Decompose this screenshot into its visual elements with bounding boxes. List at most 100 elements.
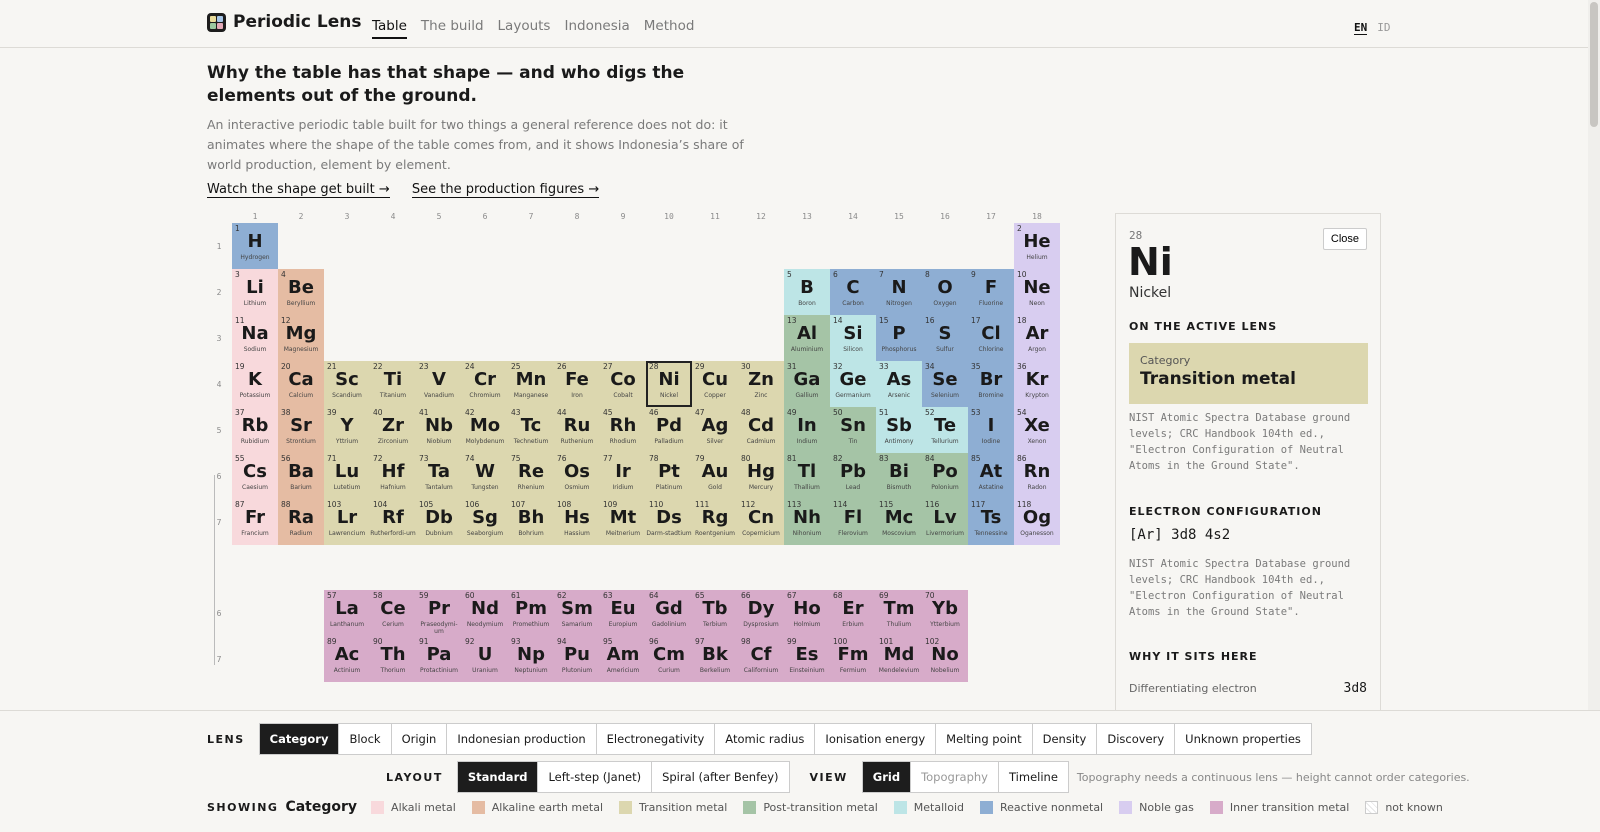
element-cell-moscovium[interactable]: 115 Mc Moscovium	[876, 499, 922, 545]
element-cell-francium[interactable]: 87 Fr Francium	[232, 499, 278, 545]
element-cell-arsenic[interactable]: 33 As Arsenic	[876, 361, 922, 407]
element-cell-lithium[interactable]: 3 Li Lithium	[232, 269, 278, 315]
production-link[interactable]: See the production figures →	[411, 182, 600, 198]
views-grid[interactable]: Grid	[862, 762, 912, 792]
element-cell-vanadium[interactable]: 23 V Vanadium	[416, 361, 462, 407]
element-cell-silicon[interactable]: 14 Si Silicon	[830, 315, 876, 361]
views-topography[interactable]: Topography	[911, 762, 999, 792]
lenses-melting-point[interactable]: Melting point	[936, 724, 1033, 754]
tab-method[interactable]: Method	[644, 18, 695, 39]
element-cell-tungsten[interactable]: 74 W Tungsten	[462, 453, 508, 499]
element-cell-krypton[interactable]: 36 Kr Krypton	[1014, 361, 1060, 407]
element-cell-thorium[interactable]: 90 Th Thorium	[370, 636, 416, 682]
element-cell-curium[interactable]: 96 Cm Curium	[646, 636, 692, 682]
layouts-spiral-after-benfey[interactable]: Spiral (after Benfey)	[652, 762, 789, 792]
element-cell-oxygen[interactable]: 8 O Oxygen	[922, 269, 968, 315]
element-cell-terbium[interactable]: 65 Tb Terbium	[692, 590, 738, 636]
element-cell-platinum[interactable]: 78 Pt Platinum	[646, 453, 692, 499]
element-cell-zinc[interactable]: 30 Zn Zinc	[738, 361, 784, 407]
element-cell-nickel[interactable]: 28 Ni Nickel	[646, 361, 692, 407]
element-cell-protactinium[interactable]: 91 Pa Protactinium	[416, 636, 462, 682]
element-cell-selenium[interactable]: 34 Se Selenium	[922, 361, 968, 407]
element-cell-nihonium[interactable]: 113 Nh Nihonium	[784, 499, 830, 545]
element-cell-aluminium[interactable]: 13 Al Aluminium	[784, 315, 830, 361]
lenses-electronegativity[interactable]: Electronegativity	[596, 724, 716, 754]
element-cell-xenon[interactable]: 54 Xe Xenon	[1014, 407, 1060, 453]
element-cell-antimony[interactable]: 51 Sb Antimony	[876, 407, 922, 453]
element-cell-rhodium[interactable]: 45 Rh Rhodium	[600, 407, 646, 453]
element-cell-manganese[interactable]: 25 Mn Manganese	[508, 361, 554, 407]
element-cell-uranium[interactable]: 92 U Uranium	[462, 636, 508, 682]
element-cell-niobium[interactable]: 41 Nb Niobium	[416, 407, 462, 453]
element-cell-magnesium[interactable]: 12 Mg Magnesium	[278, 315, 324, 361]
element-cell-iron[interactable]: 26 Fe Iron	[554, 361, 600, 407]
element-cell-caesium[interactable]: 55 Cs Caesium	[232, 453, 278, 499]
element-cell-cerium[interactable]: 58 Ce Cerium	[370, 590, 416, 636]
element-cell-mendelevium[interactable]: 101 Md Mendelevium	[876, 636, 922, 682]
element-cell-lutetium[interactable]: 71 Lu Lutetium	[324, 453, 370, 499]
element-cell-scandium[interactable]: 21 Sc Scandium	[324, 361, 370, 407]
lang-en[interactable]: EN	[1354, 21, 1368, 35]
element-cell-lead[interactable]: 82 Pb Lead	[830, 453, 876, 499]
element-cell-rutherfordium[interactable]: 104 Rf Rutherfordi-um	[370, 499, 416, 545]
element-cell-neodymium[interactable]: 60 Nd Neodymium	[462, 590, 508, 636]
element-cell-plutonium[interactable]: 94 Pu Plutonium	[554, 636, 600, 682]
lenses-origin[interactable]: Origin	[391, 724, 448, 754]
layouts-standard[interactable]: Standard	[457, 762, 539, 792]
lenses-indonesian-production[interactable]: Indonesian production	[447, 724, 597, 754]
lenses-block[interactable]: Block	[339, 724, 392, 754]
element-cell-chromium[interactable]: 24 Cr Chromium	[462, 361, 508, 407]
element-cell-phosphorus[interactable]: 15 P Phosphorus	[876, 315, 922, 361]
element-cell-ytterbium[interactable]: 70 Yb Ytterbium	[922, 590, 968, 636]
element-cell-dysprosium[interactable]: 66 Dy Dysprosium	[738, 590, 784, 636]
element-cell-meitnerium[interactable]: 109 Mt Meitnerium	[600, 499, 646, 545]
lenses-ionisation-energy[interactable]: Ionisation energy	[815, 724, 937, 754]
element-cell-rubidium[interactable]: 37 Rb Rubidium	[232, 407, 278, 453]
close-button[interactable]: Close	[1322, 228, 1367, 250]
element-cell-samarium[interactable]: 62 Sm Samarium	[554, 590, 600, 636]
element-cell-carbon[interactable]: 6 C Carbon	[830, 269, 876, 315]
element-cell-thallium[interactable]: 81 Tl Thallium	[784, 453, 830, 499]
element-cell-calcium[interactable]: 20 Ca Calcium	[278, 361, 324, 407]
element-cell-germanium[interactable]: 32 Ge Germanium	[830, 361, 876, 407]
element-cell-cadmium[interactable]: 48 Cd Cadmium	[738, 407, 784, 453]
element-cell-darmstadtium[interactable]: 110 Ds Darm-stadtium	[646, 499, 692, 545]
views-timeline[interactable]: Timeline	[999, 762, 1068, 792]
element-cell-lawrencium[interactable]: 103 Lr Lawrencium	[324, 499, 370, 545]
element-cell-neon[interactable]: 10 Ne Neon	[1014, 269, 1060, 315]
element-cell-erbium[interactable]: 68 Er Erbium	[830, 590, 876, 636]
element-cell-actinium[interactable]: 89 Ac Actinium	[324, 636, 370, 682]
element-cell-europium[interactable]: 63 Eu Europium	[600, 590, 646, 636]
tab-table[interactable]: Table	[372, 18, 407, 39]
scroll-thumb[interactable]	[1590, 2, 1598, 127]
element-cell-fermium[interactable]: 100 Fm Fermium	[830, 636, 876, 682]
element-cell-zirconium[interactable]: 40 Zr Zirconium	[370, 407, 416, 453]
lenses-unknown-properties[interactable]: Unknown properties	[1175, 724, 1311, 754]
element-cell-lanthanum[interactable]: 57 La Lanthanum	[324, 590, 370, 636]
element-cell-beryllium[interactable]: 4 Be Beryllium	[278, 269, 324, 315]
tab-indonesia[interactable]: Indonesia	[564, 18, 629, 39]
element-cell-iodine[interactable]: 53 I Iodine	[968, 407, 1014, 453]
element-cell-strontium[interactable]: 38 Sr Strontium	[278, 407, 324, 453]
element-cell-tellurium[interactable]: 52 Te Tellurium	[922, 407, 968, 453]
element-cell-polonium[interactable]: 84 Po Polonium	[922, 453, 968, 499]
lang-id[interactable]: ID	[1377, 21, 1390, 35]
element-cell-technetium[interactable]: 43 Tc Technetium	[508, 407, 554, 453]
element-cell-cobalt[interactable]: 27 Co Cobalt	[600, 361, 646, 407]
element-cell-copper[interactable]: 29 Cu Copper	[692, 361, 738, 407]
element-cell-berkelium[interactable]: 97 Bk Berkelium	[692, 636, 738, 682]
element-cell-neptunium[interactable]: 93 Np Neptunium	[508, 636, 554, 682]
element-cell-fluorine[interactable]: 9 F Fluorine	[968, 269, 1014, 315]
element-cell-promethium[interactable]: 61 Pm Promethium	[508, 590, 554, 636]
element-cell-mercury[interactable]: 80 Hg Mercury	[738, 453, 784, 499]
element-cell-indium[interactable]: 49 In Indium	[784, 407, 830, 453]
element-cell-molybdenum[interactable]: 42 Mo Molybdenum	[462, 407, 508, 453]
element-cell-bohrium[interactable]: 107 Bh Bohrium	[508, 499, 554, 545]
lenses-density[interactable]: Density	[1032, 724, 1098, 754]
element-cell-sulfur[interactable]: 16 S Sulfur	[922, 315, 968, 361]
lenses-category[interactable]: Category	[259, 724, 340, 754]
brand[interactable]: Periodic Lens	[207, 12, 361, 32]
element-cell-titanium[interactable]: 22 Ti Titanium	[370, 361, 416, 407]
element-cell-nitrogen[interactable]: 7 N Nitrogen	[876, 269, 922, 315]
element-cell-praseodymium[interactable]: 59 Pr Praseodymi-um	[416, 590, 462, 636]
